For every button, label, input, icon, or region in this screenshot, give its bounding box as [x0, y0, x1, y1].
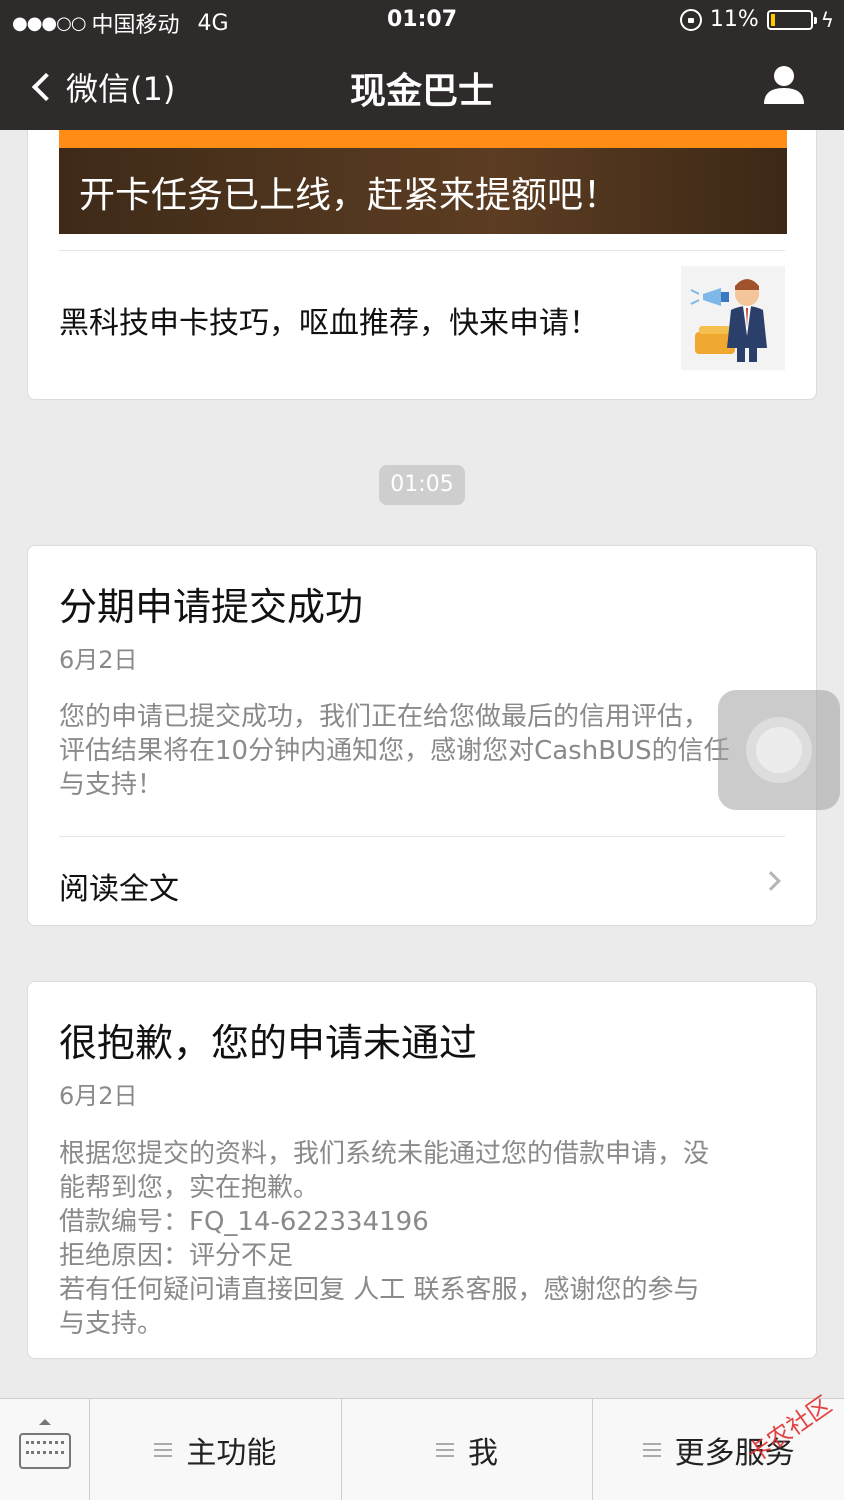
menu-me[interactable]: 我	[342, 1399, 594, 1500]
nav-bar: 微信(1) 现金巴士	[0, 42, 844, 130]
card-date: 6月2日	[59, 646, 138, 674]
notification-card-rejected[interactable]: 很抱歉，您的申请未通过 6月2日 根据您提交的资料，我们系统未能通过您的借款申请…	[27, 981, 817, 1359]
banner-image-strip	[59, 130, 787, 148]
chevron-up-icon	[39, 1419, 51, 1425]
card-body: 您的申请已提交成功，我们正在给您做最后的信用评估， 评估结果将在10分钟内通知您…	[59, 700, 785, 802]
assistive-touch-button[interactable]	[718, 690, 840, 810]
keyboard-toggle-button[interactable]	[0, 1399, 90, 1500]
megaphone-man-thumbnail[interactable]	[681, 266, 785, 370]
charging-bolt-icon: ϟ	[820, 7, 834, 32]
loan-number-line: 借款编号：FQ_14-622334196	[59, 1207, 429, 1237]
banner-title: 开卡任务已上线，赶紧来提额吧！	[79, 175, 620, 216]
card-body-line: 与支持！	[59, 770, 164, 800]
rotation-lock-icon	[679, 8, 702, 31]
card-title: 很抱歉，您的申请未通过	[59, 1021, 478, 1065]
read-more-link[interactable]: 阅读全文	[59, 864, 179, 908]
card-body-line: 若有任何疑问请直接回复 人工 联系客服，感谢您的参与	[59, 1275, 700, 1305]
profile-icon[interactable]	[762, 62, 806, 106]
battery-fill	[770, 13, 775, 26]
status-bar: ●●●○○ 中国移动 4G 01:07 11% ϟ	[0, 0, 844, 42]
card-body-line: 根据您提交的资料，我们系统未能通过您的借款申请，没	[59, 1139, 710, 1169]
menu-list-icon	[154, 1442, 173, 1457]
menu-label: 主功能	[186, 1435, 277, 1471]
keyboard-icon	[19, 1433, 71, 1469]
battery-percent: 11%	[709, 7, 759, 32]
card-body-line: 与支持。	[59, 1309, 164, 1339]
notification-card-success[interactable]: 分期申请提交成功 6月2日 您的申请已提交成功，我们正在给您做最后的信用评估， …	[27, 545, 817, 926]
bottom-menu: 主功能 我 更多服务	[0, 1398, 844, 1500]
menu-main-functions[interactable]: 主功能	[90, 1399, 342, 1500]
divider	[59, 250, 785, 251]
divider	[59, 836, 785, 837]
message-timestamp: 01:05	[379, 465, 465, 505]
card-body-line: 评估结果将在10分钟内通知您，感谢您对CashBUS的信任	[59, 736, 730, 766]
battery-icon	[766, 9, 817, 30]
menu-label: 我	[468, 1435, 498, 1471]
assistive-ring-inner	[756, 727, 802, 773]
header: ●●●○○ 中国移动 4G 01:07 11% ϟ 微信(1) 现金巴士	[0, 0, 844, 130]
reject-reason-line: 拒绝原因：评分不足	[59, 1241, 294, 1271]
article-card: 开卡任务已上线，赶紧来提额吧！ 黑科技申卡技巧，呕血推荐，快来申请！	[27, 100, 817, 400]
card-date: 6月2日	[59, 1082, 138, 1110]
menu-list-icon	[642, 1442, 661, 1457]
chevron-right-icon	[761, 871, 781, 891]
card-title: 分期申请提交成功	[59, 585, 364, 629]
card-body: 根据您提交的资料，我们系统未能通过您的借款申请，没 能帮到您，实在抱歉。 借款编…	[59, 1137, 785, 1341]
page-title: 现金巴士	[349, 71, 494, 112]
sub-article-title[interactable]: 黑科技申卡技巧，呕血推荐，快来申请！	[59, 298, 599, 342]
status-right: 11% ϟ	[679, 7, 834, 32]
menu-list-icon	[436, 1442, 454, 1457]
article-banner[interactable]: 开卡任务已上线，赶紧来提额吧！	[59, 130, 787, 234]
card-body-line: 您的申请已提交成功，我们正在给您做最后的信用评估，	[59, 702, 710, 732]
card-body-line: 能帮到您，实在抱歉。	[59, 1173, 320, 1203]
